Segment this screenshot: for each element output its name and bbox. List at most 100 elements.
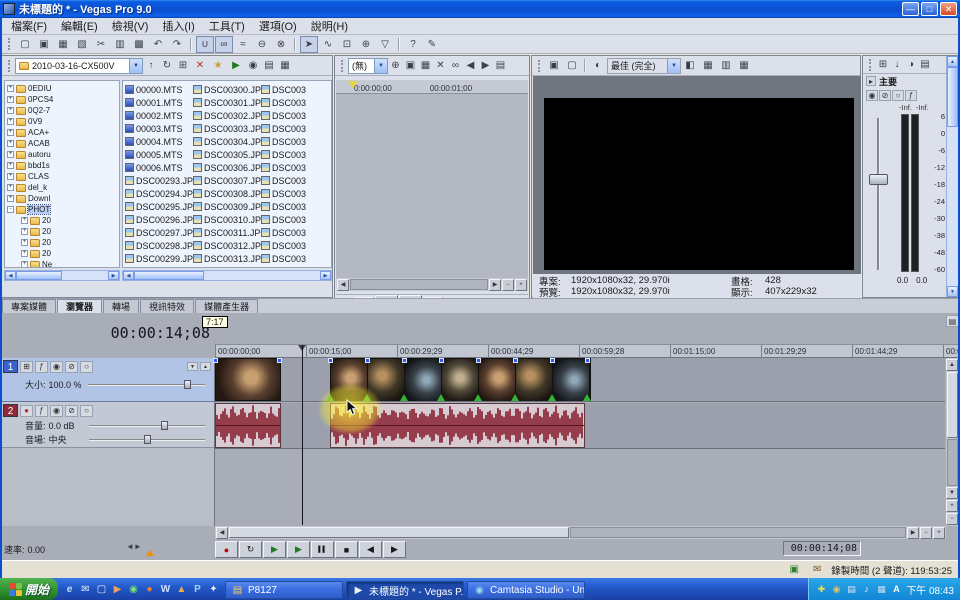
file-item-image[interactable]: DSC00313.JPG xyxy=(193,252,261,265)
quick-launch-messenger-icon[interactable]: ◉ xyxy=(126,581,141,597)
history-forward-icon[interactable]: ▶ xyxy=(478,57,493,74)
file-item-image[interactable]: DSC003 xyxy=(261,213,332,226)
undo-icon[interactable]: ↶ xyxy=(149,36,167,53)
tree-subfolder[interactable]: + 20 xyxy=(7,226,119,237)
redo-icon[interactable]: ↷ xyxy=(168,36,186,53)
collapse-icon[interactable]: - xyxy=(7,206,14,213)
pause-button[interactable]: ▌▌ xyxy=(311,541,334,558)
tray-network-icon[interactable]: ▤ xyxy=(845,582,858,596)
track-pan-slider[interactable] xyxy=(89,435,205,444)
file-item-video[interactable]: 00000.MTS xyxy=(125,83,193,96)
trimmer-body[interactable] xyxy=(336,94,528,278)
scroll-right-icon[interactable]: ▶ xyxy=(489,279,501,291)
project-properties-icon[interactable]: ▧ xyxy=(73,36,91,53)
dropdown-arrow-icon[interactable]: ▼ xyxy=(129,59,142,73)
tab[interactable]: 瀏覽器 xyxy=(57,299,102,313)
file-item-image[interactable]: DSC00307.JPG xyxy=(193,174,261,187)
quick-launch-mail-icon[interactable]: ✉ xyxy=(78,581,93,597)
file-item-image[interactable]: DSC00310.JPG xyxy=(193,213,261,226)
scroll-thumb[interactable] xyxy=(16,271,62,280)
preview-options-icon[interactable]: ▦ xyxy=(699,57,717,74)
timeline-horizontal-scrollbar[interactable]: ◀ ▶ − + xyxy=(215,526,946,539)
cut-icon[interactable]: ✂ xyxy=(92,36,110,53)
master-fader-handle[interactable] xyxy=(869,174,888,185)
track-zoom-in-icon[interactable]: + xyxy=(946,500,958,512)
file-item-video[interactable]: 00006.MTS xyxy=(125,161,193,174)
auto-crossfade-icon[interactable]: ∞ xyxy=(215,36,233,53)
envelope-point[interactable] xyxy=(328,358,333,363)
selection-edit-tool-icon[interactable]: ⊡ xyxy=(338,36,356,53)
menu-item[interactable]: 檔案(F) xyxy=(4,17,54,35)
audio-track-lane[interactable] xyxy=(215,403,945,449)
file-item-video[interactable]: 00003.MTS xyxy=(125,122,193,135)
rate-scrub-icon[interactable]: ◄► xyxy=(126,542,142,551)
open-icon[interactable]: ▣ xyxy=(35,36,53,53)
master-solo-icon[interactable]: ○ xyxy=(892,90,904,101)
expand-icon[interactable]: + xyxy=(7,129,14,136)
tree-subfolder[interactable]: + 20 xyxy=(7,248,119,259)
expand-icon[interactable]: + xyxy=(7,118,14,125)
master-fader-track[interactable] xyxy=(877,118,880,270)
expand-icon[interactable]: + xyxy=(7,96,14,103)
scroll-track[interactable] xyxy=(62,271,108,280)
restore-track-icon[interactable]: ▲ xyxy=(200,362,211,371)
tree-horizontal-scrollbar[interactable]: ◀ ▶ xyxy=(4,270,120,281)
audio-clip[interactable] xyxy=(215,403,281,448)
scroll-thumb[interactable] xyxy=(947,67,958,127)
scroll-track[interactable] xyxy=(350,279,488,290)
save-snapshot-icon[interactable]: ▦ xyxy=(735,57,753,74)
scroll-track[interactable] xyxy=(947,127,958,286)
zoom-out-icon[interactable]: − xyxy=(502,279,514,291)
video-clip[interactable] xyxy=(215,358,281,401)
automation-settings-icon[interactable]: ◉ xyxy=(50,405,63,417)
scroll-track[interactable] xyxy=(570,527,906,538)
file-item-image[interactable]: DSC003 xyxy=(261,187,332,200)
taskbar-task-button[interactable]: ▤ P8127 xyxy=(225,581,343,599)
envelope-point[interactable] xyxy=(213,358,218,363)
file-item-image[interactable]: DSC00300.JPG xyxy=(193,83,261,96)
tree-subfolder[interactable]: + Ne xyxy=(7,259,119,268)
save-icon[interactable]: ▦ xyxy=(54,36,72,53)
menu-item[interactable]: 說明(H) xyxy=(304,17,355,35)
delete-icon[interactable]: ✕ xyxy=(191,57,209,74)
loop-playback-button[interactable]: ↻ xyxy=(239,541,262,558)
external-monitor-icon[interactable]: ▢ xyxy=(563,57,581,74)
track-header-audio[interactable]: 2 ●ƒ◉⊘○ 音量: 0.0 dB 音場: 中央 xyxy=(0,402,214,448)
expand-icon[interactable]: + xyxy=(21,250,28,257)
file-item-image[interactable]: DSC003 xyxy=(261,83,332,96)
mute-button-icon[interactable]: ⊘ xyxy=(65,405,78,417)
expand-icon[interactable]: + xyxy=(7,184,14,191)
tree-folder[interactable]: + ACA+ xyxy=(7,127,119,138)
maximize-button[interactable]: □ xyxy=(921,2,938,16)
expand-icon[interactable]: + xyxy=(7,107,14,114)
file-item-image[interactable]: DSC003 xyxy=(261,174,332,187)
go-to-end-button[interactable]: ▶ xyxy=(383,541,406,558)
tray-update-icon[interactable]: ◉ xyxy=(830,582,843,596)
filelist-horizontal-scrollbar[interactable]: ◀ ▶ xyxy=(122,270,332,281)
scroll-left-icon[interactable]: ◀ xyxy=(337,279,349,291)
rate-center-marker-icon[interactable] xyxy=(146,550,154,556)
history-back-icon[interactable]: ◀ xyxy=(463,57,478,74)
new-folder-icon[interactable]: ⊞ xyxy=(175,57,191,74)
scroll-right-icon[interactable]: ▶ xyxy=(108,271,119,280)
file-item-image[interactable]: DSC003 xyxy=(261,148,332,161)
dropdown-arrow-icon[interactable]: ▼ xyxy=(667,59,680,73)
envelope-point[interactable] xyxy=(585,358,590,363)
file-item-image[interactable]: DSC00309.JPG xyxy=(193,200,261,213)
whats-this-help-icon[interactable]: ✎ xyxy=(423,36,441,53)
file-item-image[interactable]: DSC003 xyxy=(261,135,332,148)
expand-track-keyframes-icon[interactable]: ▽ xyxy=(376,36,394,53)
mute-button-icon[interactable]: ⊘ xyxy=(65,361,78,373)
tree-folder[interactable]: + ACAB xyxy=(7,138,119,149)
up-one-level-icon[interactable]: ↑ xyxy=(143,57,159,74)
trimmer-ruler[interactable]: 0:00:00;00 00:00:01;00 xyxy=(336,80,528,94)
menu-item[interactable]: 插入(I) xyxy=(155,17,201,35)
play-from-start-button[interactable]: ▶ xyxy=(263,541,286,558)
file-item-image[interactable]: DSC00296.JPG xyxy=(125,213,193,226)
tree-folder[interactable]: + CLAS xyxy=(7,171,119,182)
file-item-image[interactable]: DSC00301.JPG xyxy=(193,96,261,109)
solo-button-icon[interactable]: ○ xyxy=(80,405,93,417)
close-media-icon[interactable]: ✕ xyxy=(433,57,448,74)
expand-icon[interactable]: + xyxy=(21,228,28,235)
file-item-image[interactable]: DSC00302.JPG xyxy=(193,109,261,122)
